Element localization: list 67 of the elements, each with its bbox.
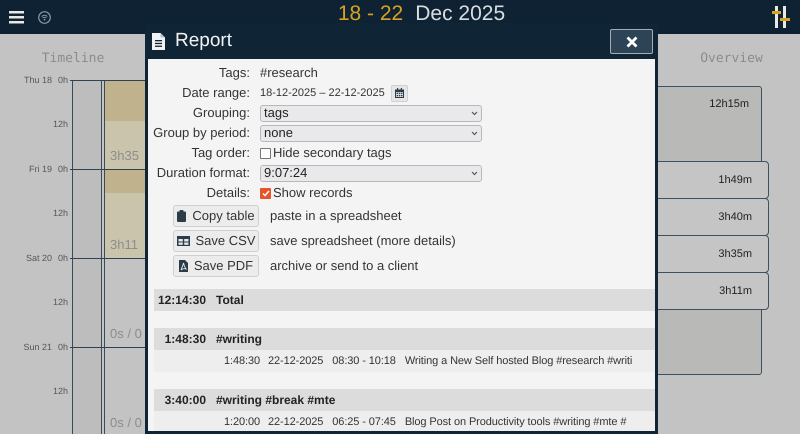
dropdown[interactable]: none xyxy=(260,124,482,142)
day-label: Fri 19 xyxy=(28,163,52,176)
field-label: Date range: xyxy=(181,84,251,102)
menu-icon[interactable] xyxy=(9,10,24,24)
record-row: 1:48:30 22-12-2025 08:30 - 10:18 Writing a New Self hosted Blog #research #writi xyxy=(154,350,655,372)
hour-label: 0h xyxy=(58,252,68,265)
group-row: 12:14:30 Total xyxy=(154,289,655,311)
document-icon xyxy=(152,33,165,50)
calendar-button[interactable] xyxy=(390,84,408,102)
day-summary: 3h35 xyxy=(110,146,139,164)
action-hint: archive or send to a client xyxy=(270,257,418,276)
day-label: Sun 21 xyxy=(23,341,52,354)
field-label: Details: xyxy=(206,184,251,202)
calendar-icon xyxy=(394,88,404,98)
wifi-icon[interactable] xyxy=(38,10,51,24)
field-value: #research xyxy=(260,64,318,82)
table-icon xyxy=(176,236,190,246)
checkbox-label: Show records xyxy=(273,184,352,202)
action-hint: save spreadsheet (more details) xyxy=(270,232,456,250)
field-label: Group by period: xyxy=(152,124,251,142)
clipboard-icon xyxy=(177,210,186,222)
action-button[interactable]: Save PDF xyxy=(173,255,259,277)
day-duration: 3h35m xyxy=(718,246,752,262)
chevron-icon xyxy=(471,130,478,136)
day-label: Thu 18 xyxy=(24,74,52,87)
field-label: Tag order: xyxy=(190,144,251,162)
sliders-icon[interactable] xyxy=(772,6,790,28)
checkbox[interactable] xyxy=(260,148,271,158)
day-summary: 3h11 xyxy=(110,236,138,254)
action-button[interactable]: Copy table xyxy=(173,205,259,227)
close-button[interactable] xyxy=(610,29,653,54)
day-duration: 3h40m xyxy=(718,210,752,225)
action-hint: paste in a spreadsheet xyxy=(270,207,402,226)
field-label: Tags: xyxy=(218,64,251,82)
hour-label: 12h xyxy=(52,118,68,131)
total-duration: 12h15m xyxy=(709,97,749,111)
hour-label: 12h xyxy=(52,296,68,309)
day-duration: 1h49m xyxy=(718,172,752,188)
month-label: Dec 2025 xyxy=(415,3,506,25)
field-label: Duration format: xyxy=(156,164,251,182)
checkbox-label: Hide secondary tags xyxy=(273,144,392,162)
hour-label: 0h xyxy=(58,74,68,87)
hour-label: 12h xyxy=(52,207,68,220)
record-row: 1:20:00 22-12-2025 06:25 - 07:45 Blog Post on Productivity tools #writing #mte # xyxy=(154,411,655,431)
day-label: Sat 20 xyxy=(26,252,52,265)
dialog-title: Report xyxy=(175,29,234,54)
date-range-value: 18-12-2025 – 22-12-2025 xyxy=(260,86,385,101)
activity-block xyxy=(105,81,145,121)
chevron-icon xyxy=(471,110,478,116)
hour-label: 0h xyxy=(58,163,68,176)
day-duration: 3h11m xyxy=(719,284,752,299)
dropdown[interactable]: tags xyxy=(260,104,482,122)
field-label: Grouping: xyxy=(192,104,251,122)
chevron-icon xyxy=(471,170,478,176)
action-button[interactable]: Save CSV xyxy=(173,230,259,252)
group-row: 1:48:30 #writing xyxy=(154,328,655,350)
checkbox[interactable] xyxy=(260,188,271,198)
dropdown[interactable]: 9:07:24 xyxy=(260,164,482,182)
pdf-file-icon xyxy=(178,260,188,272)
hour-label: 12h xyxy=(52,385,68,398)
timeline-title: Timeline xyxy=(42,50,104,68)
close-icon xyxy=(626,36,638,48)
date-range: 18 - 22 xyxy=(338,3,404,25)
group-row: 3:40:00 #writing #break #mte xyxy=(154,389,655,411)
hour-label: 0h xyxy=(58,341,68,354)
activity-block xyxy=(105,170,145,193)
overview-title: Overview xyxy=(700,50,763,68)
